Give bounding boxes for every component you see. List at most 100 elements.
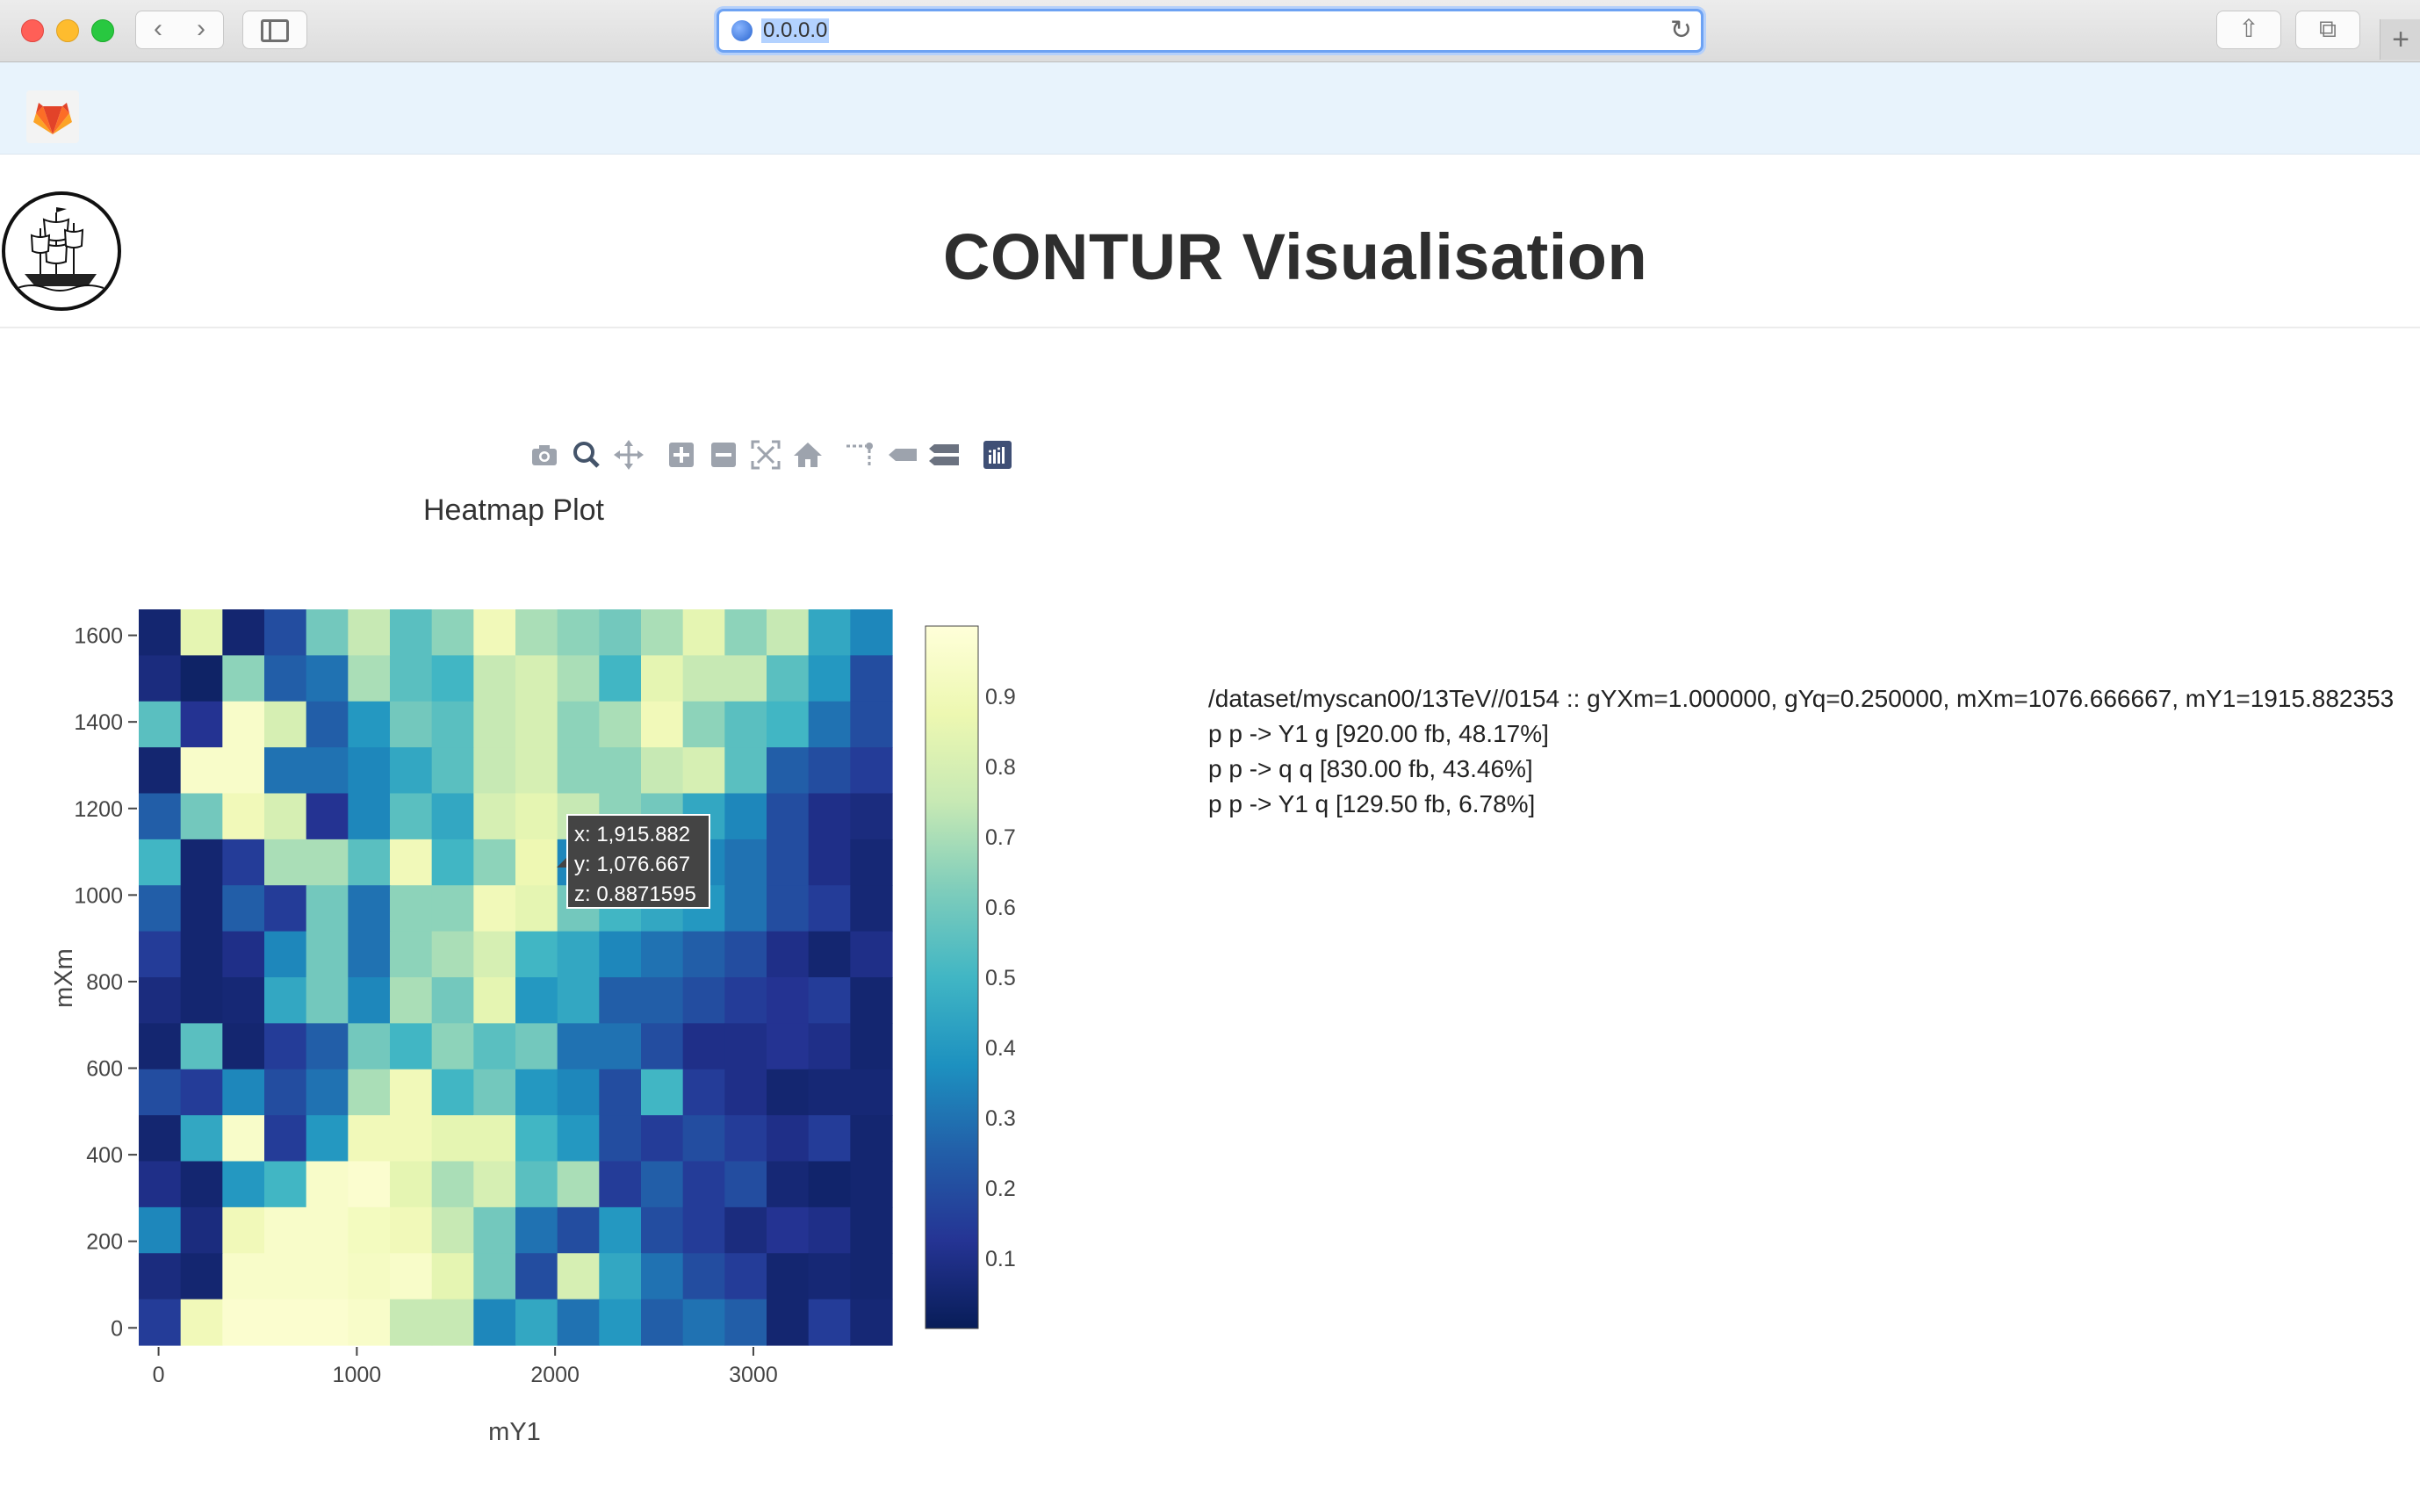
heatmap-cell[interactable]	[431, 1299, 474, 1346]
heatmap-cell[interactable]	[557, 1299, 600, 1346]
heatmap-cell[interactable]	[599, 1206, 642, 1254]
heatmap-cell[interactable]	[808, 931, 851, 978]
heatmap-cell[interactable]	[222, 1299, 265, 1346]
heatmap-cell[interactable]	[557, 609, 600, 656]
heatmap-cell[interactable]	[180, 1206, 223, 1254]
heatmap-cell[interactable]	[431, 1206, 474, 1254]
heatmap-cell[interactable]	[348, 885, 391, 932]
heatmap-cell[interactable]	[222, 1206, 265, 1254]
heatmap-cell[interactable]	[390, 1023, 433, 1070]
address-bar[interactable]: 0.0.0.0 ↻	[717, 9, 1703, 53]
heatmap-cell[interactable]	[431, 1023, 474, 1070]
home-icon[interactable]	[790, 437, 825, 472]
heatmap-cell[interactable]	[850, 1161, 893, 1208]
zoom-in-icon[interactable]	[664, 437, 699, 472]
heatmap-cell[interactable]	[264, 977, 307, 1024]
heatmap-cell[interactable]	[808, 701, 851, 748]
heatmap-cell[interactable]	[390, 1115, 433, 1163]
heatmap-cell[interactable]	[139, 655, 182, 702]
heatmap-cell[interactable]	[348, 1069, 391, 1116]
heatmap-cell[interactable]	[808, 1253, 851, 1300]
heatmap-cell[interactable]	[515, 609, 558, 656]
heatmap-cell[interactable]	[850, 1206, 893, 1254]
heatmap-cell[interactable]	[306, 1206, 349, 1254]
heatmap-cell[interactable]	[473, 793, 516, 840]
heatmap-cell[interactable]	[390, 747, 433, 795]
heatmap-cell[interactable]	[222, 1253, 265, 1300]
back-button[interactable]: ‹	[135, 11, 181, 49]
heatmap-cell[interactable]	[641, 1115, 684, 1163]
heatmap-cell[interactable]	[641, 931, 684, 978]
heatmap-cell[interactable]	[724, 1115, 767, 1163]
close-window-button[interactable]	[21, 19, 44, 42]
heatmap-cell[interactable]	[264, 609, 307, 656]
heatmap-cell[interactable]	[724, 1161, 767, 1208]
heatmap-cell[interactable]	[724, 655, 767, 702]
heatmap-cell[interactable]	[599, 609, 642, 656]
heatmap-cell[interactable]	[767, 839, 810, 886]
heatmap-cell[interactable]	[139, 931, 182, 978]
heatmap-cell[interactable]	[390, 1299, 433, 1346]
heatmap-cell[interactable]	[348, 747, 391, 795]
gitlab-logo[interactable]	[26, 90, 79, 143]
heatmap-cell[interactable]	[473, 885, 516, 932]
heatmap-cell[interactable]	[682, 977, 725, 1024]
heatmap-cell[interactable]	[348, 1206, 391, 1254]
heatmap-cells[interactable]	[139, 609, 893, 1346]
heatmap-cell[interactable]	[180, 931, 223, 978]
heatmap-cell[interactable]	[557, 1206, 600, 1254]
heatmap-cell[interactable]	[767, 885, 810, 932]
heatmap-cell[interactable]	[641, 609, 684, 656]
heatmap-cell[interactable]	[348, 1253, 391, 1300]
heatmap-cell[interactable]	[431, 701, 474, 748]
heatmap-cell[interactable]	[850, 793, 893, 840]
heatmap-cell[interactable]	[682, 1161, 725, 1208]
heatmap-cell[interactable]	[306, 1115, 349, 1163]
heatmap-cell[interactable]	[641, 1161, 684, 1208]
heatmap-cell[interactable]	[724, 747, 767, 795]
heatmap-cell[interactable]	[222, 931, 265, 978]
heatmap-cell[interactable]	[390, 1253, 433, 1300]
heatmap-cell[interactable]	[264, 1115, 307, 1163]
forward-button[interactable]: ›	[179, 11, 224, 49]
heatmap-cell[interactable]	[641, 1206, 684, 1254]
heatmap-cell[interactable]	[431, 1253, 474, 1300]
zoom-out-icon[interactable]	[706, 437, 741, 472]
heatmap-cell[interactable]	[682, 1299, 725, 1346]
heatmap-cell[interactable]	[139, 747, 182, 795]
heatmap-cell[interactable]	[557, 1161, 600, 1208]
heatmap-cell[interactable]	[808, 1299, 851, 1346]
heatmap-cell[interactable]	[180, 1161, 223, 1208]
heatmap-cell[interactable]	[557, 701, 600, 748]
heatmap-cell[interactable]	[767, 1069, 810, 1116]
heatmap-cell[interactable]	[767, 1115, 810, 1163]
heatmap-cell[interactable]	[180, 839, 223, 886]
heatmap-cell[interactable]	[724, 1023, 767, 1070]
heatmap-cell[interactable]	[599, 977, 642, 1024]
heatmap-cell[interactable]	[515, 1115, 558, 1163]
heatmap-cell[interactable]	[682, 1023, 725, 1070]
heatmap-cell[interactable]	[139, 1299, 182, 1346]
heatmap-cell[interactable]	[264, 1253, 307, 1300]
heatmap-cell[interactable]	[306, 747, 349, 795]
heatmap-cell[interactable]	[139, 839, 182, 886]
heatmap-cell[interactable]	[515, 977, 558, 1024]
heatmap-cell[interactable]	[515, 1299, 558, 1346]
heatmap-cell[interactable]	[682, 1115, 725, 1163]
heatmap-cell[interactable]	[264, 931, 307, 978]
heatmap-cell[interactable]	[515, 701, 558, 748]
heatmap-cell[interactable]	[180, 1115, 223, 1163]
heatmap-cell[interactable]	[682, 747, 725, 795]
heatmap-cell[interactable]	[850, 1253, 893, 1300]
heatmap-cell[interactable]	[306, 793, 349, 840]
heatmap-cell[interactable]	[390, 609, 433, 656]
heatmap-cell[interactable]	[180, 885, 223, 932]
heatmap-cell[interactable]	[431, 1069, 474, 1116]
heatmap-cell[interactable]	[264, 1023, 307, 1070]
heatmap-cell[interactable]	[850, 1115, 893, 1163]
heatmap-cell[interactable]	[264, 1161, 307, 1208]
autoscale-icon[interactable]	[748, 437, 783, 472]
heatmap-cell[interactable]	[515, 655, 558, 702]
heatmap-cell[interactable]	[348, 655, 391, 702]
heatmap-cell[interactable]	[139, 1069, 182, 1116]
